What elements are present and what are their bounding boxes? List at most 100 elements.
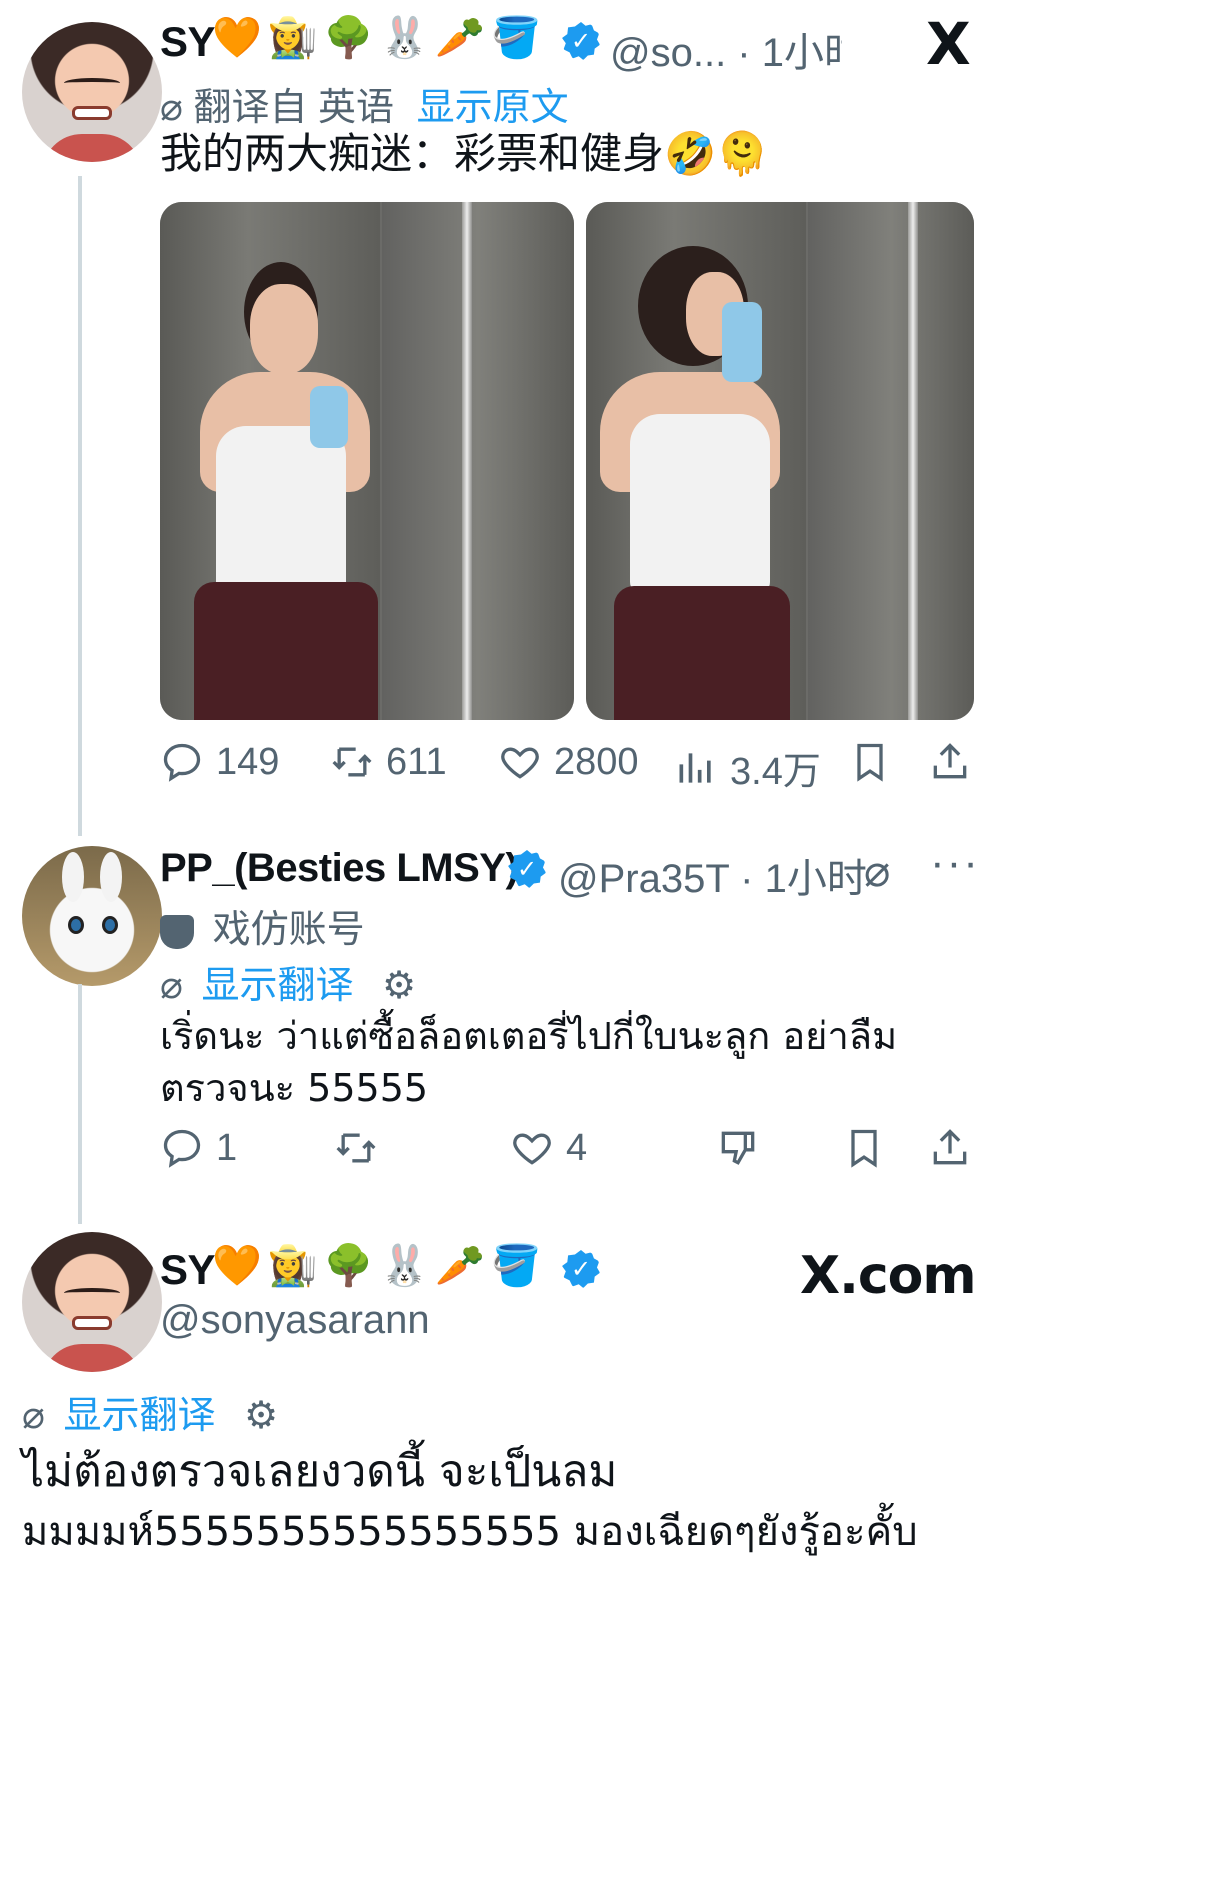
thumbs-down-icon [721,1131,755,1165]
like-count: 4 [566,1126,588,1169]
reply-count: 1 [216,1126,238,1169]
photo-door [382,202,574,720]
translate-row: ⌀ 显示翻译 ⚙ [160,954,416,1009]
thread-line [78,984,82,1224]
handle-time[interactable]: @so... · 1小时 [610,20,842,78]
handle-time[interactable]: @Pra35T · 1小时 [558,846,867,904]
rabbit-emoji: 🐰 [379,1244,430,1288]
retweet-button[interactable]: 611 [330,740,447,784]
downvote-button[interactable] [716,1126,760,1170]
avatar[interactable] [22,846,162,986]
avatar[interactable] [22,22,162,162]
tree-emoji: 🌳 [323,1244,374,1288]
tweet-text-line: ไม่ต้องตรวจเลยงวดนี้ จะเป็นลม [22,1446,618,1497]
heart-emoji: 🧡 [212,1244,262,1288]
reply-button[interactable]: 1 [160,1126,237,1170]
farmer-emoji: 👩‍🌾 [267,1244,318,1288]
views-icon [679,752,711,783]
rabbit-emoji: 🐰 [379,16,430,60]
retweet-icon [332,747,372,777]
display-name[interactable]: PP_(Besties LMSY) [160,846,519,891]
parody-label: 戏仿账号 [160,898,365,953]
display-name[interactable]: SY [160,18,216,66]
globe-slash-icon: ⌀ [160,965,183,1007]
avatar-shirt [42,134,142,162]
retweet-button[interactable] [334,1126,378,1170]
views-button[interactable]: 3.4万 [674,740,821,795]
display-name[interactable]: SY [160,1246,216,1294]
bucket-emoji: 🪣 [491,1244,541,1288]
share-button[interactable] [928,740,972,784]
tweet-photo-1[interactable] [160,202,574,720]
photo-tank-top [216,426,346,596]
retweet-count: 611 [386,740,447,783]
share-icon [933,1129,967,1165]
avatar-eye [68,916,84,934]
photo-door [808,202,974,720]
farmer-emoji: 👩‍🌾 [267,16,318,60]
tweet-text-line: ตรวจนะ 55555 [160,1066,429,1110]
tree-emoji: 🌳 [323,16,374,60]
tweet-text: 我的两大痴迷：彩票和健身🤣🫠 [160,130,769,177]
tweet-text-line: มมมมห์5555555555555555 มองเฉียดๆยังรู้อะ… [22,1509,918,1555]
bookmark-button[interactable] [848,740,892,784]
name-emojis: 🧡 👩‍🌾 🌳 🐰 🥕 🪣 [212,18,541,58]
avatar-mouth [72,106,112,120]
like-button[interactable]: 4 [510,1126,587,1170]
more-options-icon[interactable]: ··· [930,838,980,888]
heart-icon [513,1133,551,1165]
avatar[interactable] [22,1232,162,1372]
share-button[interactable] [928,1126,972,1170]
photo-shorts [614,586,790,720]
verified-icon: ✓ [562,1250,600,1288]
globe-slash-icon[interactable]: ⌀ [864,846,891,897]
bookmark-icon [857,743,883,782]
name-emojis: 🧡 👩‍🌾 🌳 🐰 🥕 🪣 [212,1246,541,1286]
avatar-shirt [42,1344,142,1372]
photo-tank-top [630,414,770,594]
translated-from: ⌀ 翻译自 英语 显示原文 [160,87,569,129]
bookmark-icon [851,1129,877,1168]
photo-handle [462,202,472,720]
tweet-photo-2[interactable] [586,202,974,720]
photo-face [250,284,318,374]
heart-emoji: 🧡 [212,16,262,60]
photo-phone [722,302,762,382]
reply-button[interactable]: 149 [160,740,279,784]
settings-icon[interactable]: ⚙ [382,965,416,1007]
reply-icon [163,1129,201,1168]
carrot-emoji: 🥕 [435,1244,486,1288]
verified-icon: ✓ [562,22,600,60]
photo-handle [908,202,918,720]
avatar-eyes [64,78,120,88]
reply-count: 149 [216,740,280,783]
globe-slash-icon: ⌀ [160,87,183,129]
show-translation-link[interactable]: 显示翻译 [63,1395,215,1437]
bookmark-button[interactable] [842,1126,886,1170]
avatar-ear [100,852,122,902]
thread-line [78,176,82,836]
avatar-ear [62,852,84,902]
photo-shorts [194,582,378,720]
show-original-link[interactable]: 显示原文 [417,87,569,129]
handle[interactable]: @sonyasarann [160,1298,430,1343]
xcom-watermark: X.com [800,1246,977,1306]
globe-slash-icon: ⌀ [22,1395,45,1437]
carrot-emoji: 🥕 [435,16,486,60]
photo-phone [310,386,348,448]
settings-icon[interactable]: ⚙ [244,1395,278,1437]
avatar-mouth [72,1316,112,1330]
avatar-eyes [64,1288,120,1298]
view-count: 3.4万 [730,751,821,793]
reply-icon [163,743,201,782]
retweet-icon [336,1133,376,1163]
like-button[interactable]: 2800 [498,740,639,784]
bucket-emoji: 🪣 [491,16,541,60]
mask-icon [160,914,194,949]
translate-row: ⌀ 显示翻译 ⚙ [22,1384,278,1439]
x-logo-icon[interactable]: X [926,10,971,78]
tweet-text-line: เริ่ดนะ ว่าแต่ซื้อล็อตเตอรี่ไปกี่ใบนะลูก… [160,1014,898,1058]
show-translation-link[interactable]: 显示翻译 [201,965,353,1007]
share-icon [933,743,967,779]
heart-icon [501,747,539,779]
